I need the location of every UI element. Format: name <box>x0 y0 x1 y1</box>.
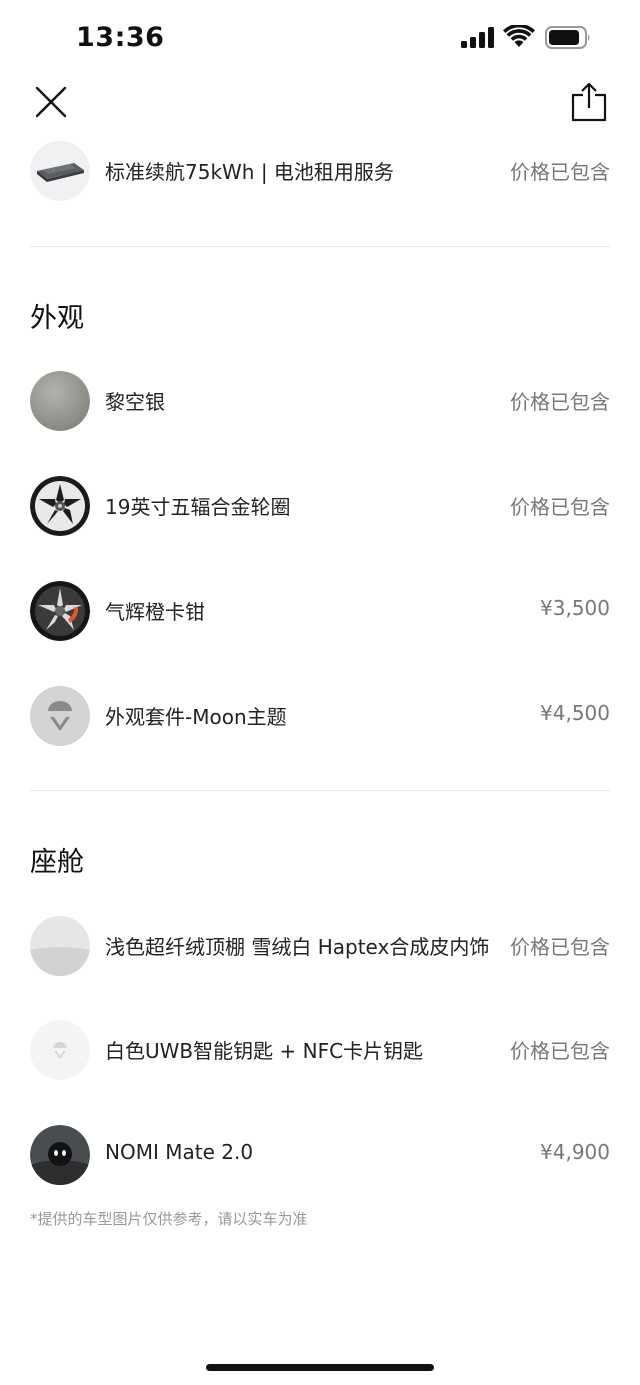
item-label: 19英寸五辐合金轮圈 <box>105 495 291 519</box>
cellular-signal-icon <box>461 27 494 48</box>
close-icon[interactable] <box>33 84 69 120</box>
orange-caliper-wheel-icon <box>30 581 90 641</box>
item-label: NOMI Mate 2.0 <box>105 1140 254 1164</box>
nio-key-logo-icon <box>30 1020 90 1080</box>
battery-option-price: 价格已包含 <box>510 160 610 184</box>
battery-option-row: 标准续航75kWh | 电池租用服务 价格已包含 <box>30 141 610 203</box>
nio-logo-icon <box>30 686 90 746</box>
status-bar: 13:36 <box>0 0 640 76</box>
share-icon[interactable] <box>570 82 608 122</box>
section-divider <box>30 790 610 791</box>
list-item: NOMI Mate 2.0 ¥4,900 <box>30 1125 610 1187</box>
home-indicator[interactable] <box>206 1364 434 1371</box>
list-item: 浅色超纤绒顶棚 雪绒白 Haptex合成皮内饰 价格已包含 <box>30 916 610 978</box>
list-item: 气辉橙卡钳 ¥3,500 <box>30 581 610 643</box>
item-price: 价格已包含 <box>510 495 610 519</box>
status-time: 13:36 <box>76 22 165 53</box>
disclaimer-footnote: *提供的车型图片仅供参考，请以实车为准 <box>30 1210 308 1228</box>
item-label: 浅色超纤绒顶棚 雪绒白 Haptex合成皮内饰 <box>105 935 490 959</box>
nomi-robot-icon <box>30 1125 90 1185</box>
list-item: 19英寸五辐合金轮圈 价格已包含 <box>30 476 610 538</box>
interior-swatch-icon <box>30 916 90 976</box>
wheel-icon <box>30 476 90 536</box>
item-price: 价格已包含 <box>510 1039 610 1063</box>
item-label: 白色UWB智能钥匙 + NFC卡片钥匙 <box>105 1039 424 1063</box>
wifi-icon <box>503 25 535 47</box>
item-price: ¥4,500 <box>540 701 610 725</box>
exterior-section-title: 外观 <box>30 303 84 334</box>
battery-icon <box>545 26 590 49</box>
item-label: 黎空银 <box>105 390 165 414</box>
list-item: 黎空银 价格已包含 <box>30 371 610 433</box>
battery-pack-icon <box>30 141 90 201</box>
silver-paint-swatch-icon <box>30 371 90 431</box>
item-price: ¥4,900 <box>540 1140 610 1164</box>
battery-option-label: 标准续航75kWh | 电池租用服务 <box>105 160 394 184</box>
section-divider <box>30 246 610 247</box>
item-label: 气辉橙卡钳 <box>105 600 205 624</box>
item-price: 价格已包含 <box>510 390 610 414</box>
item-price: ¥3,500 <box>540 596 610 620</box>
item-label: 外观套件-Moon主题 <box>105 705 287 729</box>
item-price: 价格已包含 <box>510 935 610 959</box>
list-item: 外观套件-Moon主题 ¥4,500 <box>30 686 610 748</box>
list-item: 白色UWB智能钥匙 + NFC卡片钥匙 价格已包含 <box>30 1020 610 1082</box>
cabin-section-title: 座舱 <box>30 847 84 878</box>
